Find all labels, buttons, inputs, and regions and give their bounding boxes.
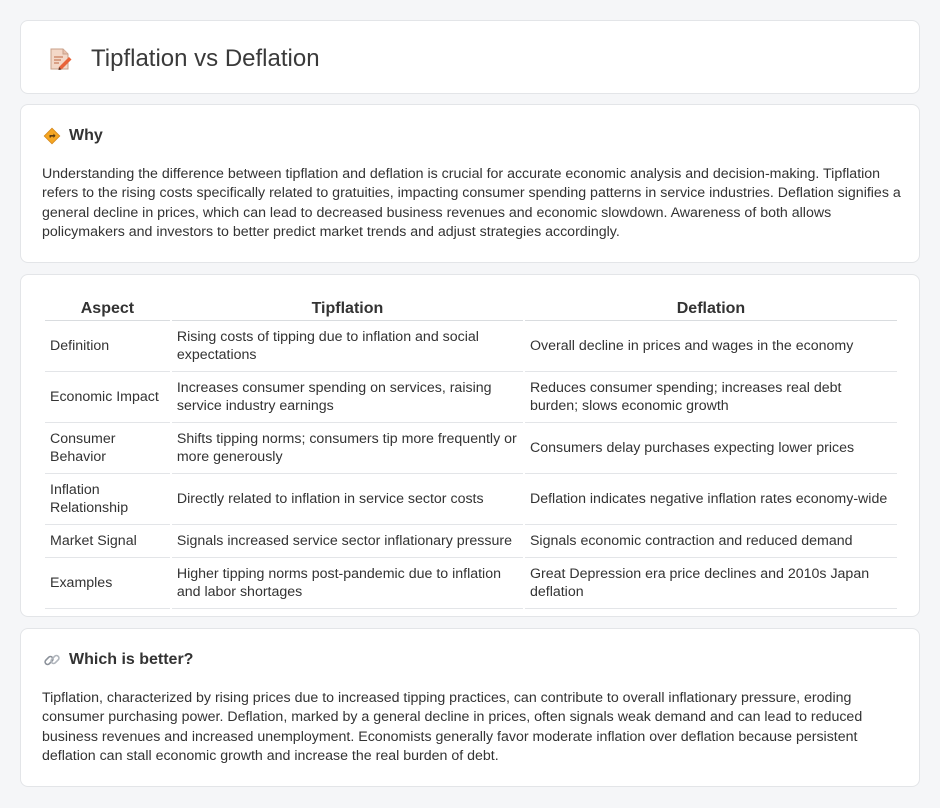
tipflation-cell: Directly related to inflation in service… [171,474,523,525]
deflation-cell: Signals economic contraction and reduced… [524,525,897,558]
aspect-cell: Definition [45,321,170,372]
better-text: Tipflation, characterized by rising pric… [42,690,863,764]
better-heading: Which is better? [43,651,193,669]
header-tipflation: Tipflation [171,297,523,321]
header-card: Tipflation vs Deflation [20,20,920,94]
aspect-cell: Market Signal [45,525,170,558]
deflation-cell: Overall decline in prices and wages in t… [524,321,897,372]
table-row: Consumer Behavior Shifts tipping norms; … [45,423,897,474]
tipflation-cell: Higher tipping norms post-pandemic due t… [171,558,523,609]
aspect-cell: Economic Impact [45,372,170,423]
table-row: Definition Rising costs of tipping due t… [45,321,897,372]
page-title: Tipflation vs Deflation [91,45,320,72]
deflation-cell: Deflation indicates negative inflation r… [524,474,897,525]
diamond-sign-icon [43,127,61,145]
comparison-table: Aspect Tipflation Deflation Definition R… [43,297,899,609]
aspect-cell: Examples [45,558,170,609]
deflation-cell: Consumers delay purchases expecting lowe… [524,423,897,474]
tipflation-cell: Rising costs of tipping due to inflation… [171,321,523,372]
why-card: Why Understanding the difference between… [20,104,920,263]
table-header-row: Aspect Tipflation Deflation [45,297,897,321]
table-row: Market Signal Signals increased service … [45,525,897,558]
why-title: Why [69,127,103,144]
table-row: Economic Impact Increases consumer spend… [45,372,897,423]
header-deflation: Deflation [524,297,897,321]
tipflation-cell: Signals increased service sector inflati… [171,525,523,558]
deflation-cell: Great Depression era price declines and … [524,558,897,609]
better-card: Which is better? Tipflation, characteriz… [20,628,920,787]
comparison-card: Aspect Tipflation Deflation Definition R… [20,274,920,617]
aspect-cell: Consumer Behavior [45,423,170,474]
header-aspect: Aspect [45,297,170,321]
why-text: Understanding the difference between tip… [42,166,901,240]
deflation-cell: Reduces consumer spending; increases rea… [524,372,897,423]
document-pencil-icon [47,46,73,72]
tipflation-cell: Shifts tipping norms; consumers tip more… [171,423,523,474]
title-row: Tipflation vs Deflation [47,45,320,73]
why-heading: Why [43,127,103,145]
tipflation-cell: Increases consumer spending on services,… [171,372,523,423]
better-title: Which is better? [69,651,194,668]
aspect-cell: Inflation Relationship [45,474,170,525]
table-row: Inflation Relationship Directly related … [45,474,897,525]
table-row: Examples Higher tipping norms post-pande… [45,558,897,609]
link-icon [43,651,61,669]
